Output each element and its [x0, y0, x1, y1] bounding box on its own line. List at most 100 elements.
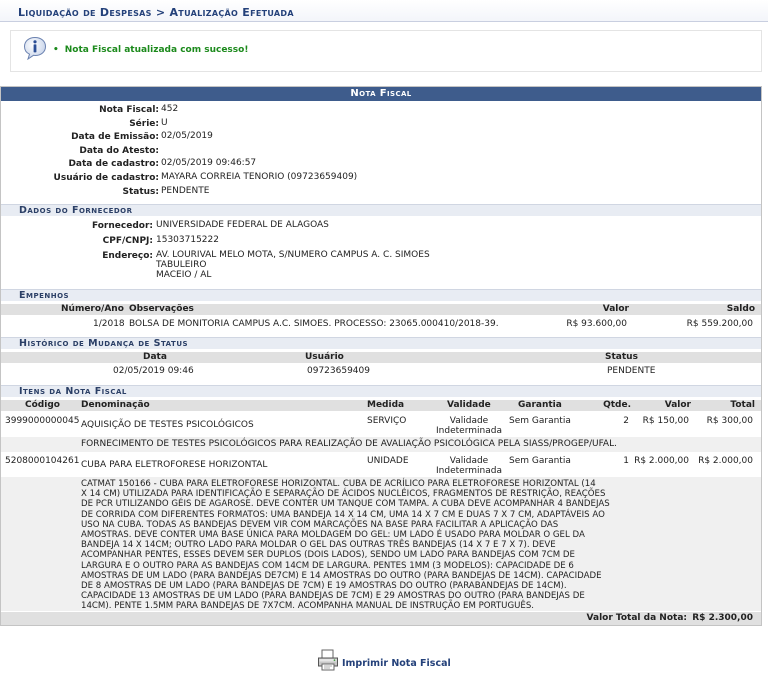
validade-line: Validade: [449, 456, 489, 466]
col-garantia: Garantia: [518, 400, 562, 410]
col-data: Data: [143, 352, 167, 362]
nota-fiscal-panel: Nota Fiscal Nota Fiscal: 452 Série: U Data d…: [0, 86, 762, 626]
descricao-line: AMOSTRAS DE UM LADO (PARA BANDEJAS DE7CM…: [81, 570, 602, 581]
item-qtde: 1: [623, 456, 629, 466]
item-validade: Validade Indeterminada: [435, 416, 503, 436]
historico-usuario: 09723659409: [307, 366, 370, 376]
success-message-text: Nota Fiscal atualizada com sucesso!: [64, 45, 249, 55]
field-value: 452: [161, 104, 179, 114]
item-total: R$ 2.000,00: [698, 456, 753, 466]
field-label: Status:: [122, 186, 159, 197]
col-medida: Medida: [367, 400, 405, 410]
col-total: Total: [730, 400, 755, 410]
item-codigo: 3999000000045: [5, 416, 80, 426]
endereco-label: Endereço:: [102, 251, 153, 261]
fornecedor-label: Fornecedor:: [91, 221, 153, 231]
item-validade: Validade Indeterminada: [435, 456, 503, 476]
item-garantia: Sem Garantia: [509, 416, 571, 426]
empenho-numero: 1/2018: [93, 319, 125, 329]
printer-icon[interactable]: [316, 648, 340, 672]
validade-line: Indeterminada: [436, 426, 502, 436]
col-valor: Valor: [602, 304, 629, 314]
cpf-label: CPF/CNPJ:: [102, 236, 153, 246]
col-denominacao: Denominação: [81, 400, 150, 410]
historico-status: PENDENTE: [607, 366, 656, 376]
item-valor: R$ 2.000,00: [634, 456, 689, 466]
item-denominacao: AQUISIÇÃO DE TESTES PSICOLÓGICOS: [81, 420, 254, 430]
col-valor-item: Valor: [664, 400, 691, 410]
descricao-line: CAPACIDADE 13 AMOSTRAS DE UM LADO (PARA …: [81, 591, 585, 602]
descricao-line: CATMAT 150166 - CUBA PARA ELETROFORESE H…: [81, 479, 596, 489]
col-usuario: Usuário: [305, 352, 344, 362]
fornecedor-value: UNIVERSIDADE FEDERAL DE ALAGOAS: [156, 220, 329, 230]
info-icon: [23, 36, 47, 60]
itens-table-header: Código Denominação Medida Validade Garan…: [1, 400, 761, 411]
validade-line: Validade: [449, 416, 489, 426]
breadcrumb: Liquidação de Despesas > Atualização Efe…: [0, 0, 768, 22]
section-itens: Itens da Nota Fiscal: [1, 385, 761, 397]
item-medida: SERVIÇO: [367, 416, 407, 426]
col-saldo: Saldo: [726, 304, 755, 314]
col-codigo: Código: [25, 400, 60, 410]
print-link[interactable]: Imprimir Nota Fiscal: [342, 658, 451, 669]
total-label: Valor Total da Nota:: [586, 613, 687, 623]
field-label: Data do Atesto:: [79, 145, 159, 156]
descricao-line: AMOSTRAS. DEVE CONTER UMA BASE ÚNICA PAR…: [81, 530, 585, 541]
empenho-obs: BOLSA DE MONITORIA CAMPUS A.C. SIMOES. P…: [129, 319, 499, 329]
endereco-line: AV. LOURIVAL MELO MOTA, S/NUMERO CAMPUS …: [156, 250, 430, 260]
descricao-line: USO NA CUBA. TODAS AS BANDEJAS DEVEM VIR…: [81, 519, 559, 530]
section-fornecedor: Dados do Fornecedor: [1, 204, 761, 216]
col-numero-ano: Número/Ano: [61, 304, 124, 314]
col-observacoes: Observações: [129, 304, 194, 314]
item-total: R$ 300,00: [706, 416, 753, 426]
field-value: PENDENTE: [161, 185, 210, 196]
col-validade: Validade: [447, 400, 491, 410]
field-value: 02/05/2019 09:46:57: [161, 158, 257, 169]
historico-data: 02/05/2019 09:46: [113, 366, 194, 376]
success-message-box: • Nota Fiscal atualizada com sucesso!: [10, 30, 762, 72]
descricao-line: DE 8 AMOSTRAS DE UM LADO (PARA BANDEJAS …: [81, 581, 567, 592]
empenhos-table-header: Número/Ano Observações Valor Saldo: [1, 304, 761, 315]
total-value: R$ 2.300,00: [692, 613, 753, 623]
field-label: Data de Emissão:: [71, 132, 159, 143]
field-value: 02/05/2019: [161, 131, 213, 142]
total-bar: Valor Total da Nota: R$ 2.300,00: [1, 612, 761, 625]
empenho-saldo: R$ 559.200,00: [686, 319, 753, 329]
field-value: MAYARA CORREIA TENORIO (09723659409): [161, 172, 358, 182]
field-value: U: [161, 117, 168, 128]
empenho-valor: R$ 93.600,00: [566, 319, 627, 329]
section-empenhos: Empenhos: [1, 289, 761, 301]
item-valor: R$ 150,00: [642, 416, 689, 426]
bullet-icon: •: [53, 45, 59, 55]
cpf-value: 15303715222: [156, 235, 219, 245]
item-description-row: FORNECIMENTO DE TESTES PSICOLÓGICOS PARA…: [1, 437, 761, 452]
endereco-line: MACEIO / AL: [156, 270, 212, 280]
endereco-line: TABULEIRO: [156, 260, 207, 270]
validade-line: Indeterminada: [436, 466, 502, 476]
descricao-line: X 14 CM) UTILIZADA PARA IDENTIFICAÇÃO E …: [81, 489, 606, 500]
endereco-value: AV. LOURIVAL MELO MOTA, S/NUMERO CAMPUS …: [156, 250, 430, 280]
field-label: Data de cadastro:: [68, 159, 159, 170]
item-descricao: FORNECIMENTO DE TESTES PSICOLÓGICOS PARA…: [81, 439, 617, 449]
field-label: Série:: [129, 118, 159, 129]
item-medida: UNIDADE: [367, 456, 409, 466]
historico-table-header: Data Usuário Status: [1, 352, 761, 363]
section-historico: Histórico de Mudança de Status: [1, 337, 761, 349]
item-codigo: 5208000104261: [5, 456, 80, 466]
panel-title: Nota Fiscal: [1, 87, 761, 101]
item-denominacao: CUBA PARA ELETROFORESE HORIZONTAL: [81, 460, 268, 470]
descricao-line: ACOMPANHAR PENTES, ESSES DEVEM SER DUPLO…: [81, 550, 575, 561]
item-garantia: Sem Garantia: [509, 456, 571, 466]
descricao-line: DE CORRIDA COM DIFERENTES FORMATOS: UMA …: [81, 509, 605, 520]
descricao-line: BANDEJA 14 X 14CM; OUTRO LADO PARA MOLDA…: [81, 540, 556, 551]
success-message: • Nota Fiscal atualizada com sucesso!: [53, 45, 248, 55]
descricao-line: LARGURA E O OUTRO PARA AS BANDEJAS COM 1…: [81, 560, 574, 571]
item-qtde: 2: [623, 416, 629, 426]
field-label: Usuário de cadastro:: [53, 173, 159, 183]
descricao-line: DE PCR UTILIZANDO GÉIS DE AGAROSE. DEVE …: [81, 499, 610, 510]
col-status: Status: [605, 352, 638, 362]
field-label: Nota Fiscal:: [99, 105, 159, 115]
descricao-line: 14CM). PENTE 1.5MM PARA BANDEJAS DE 7X7C…: [81, 601, 535, 612]
col-qtde: Qtde.: [603, 400, 631, 410]
item-descricao-long: CATMAT 150166 - CUBA PARA ELETROFORESE H…: [81, 479, 743, 612]
